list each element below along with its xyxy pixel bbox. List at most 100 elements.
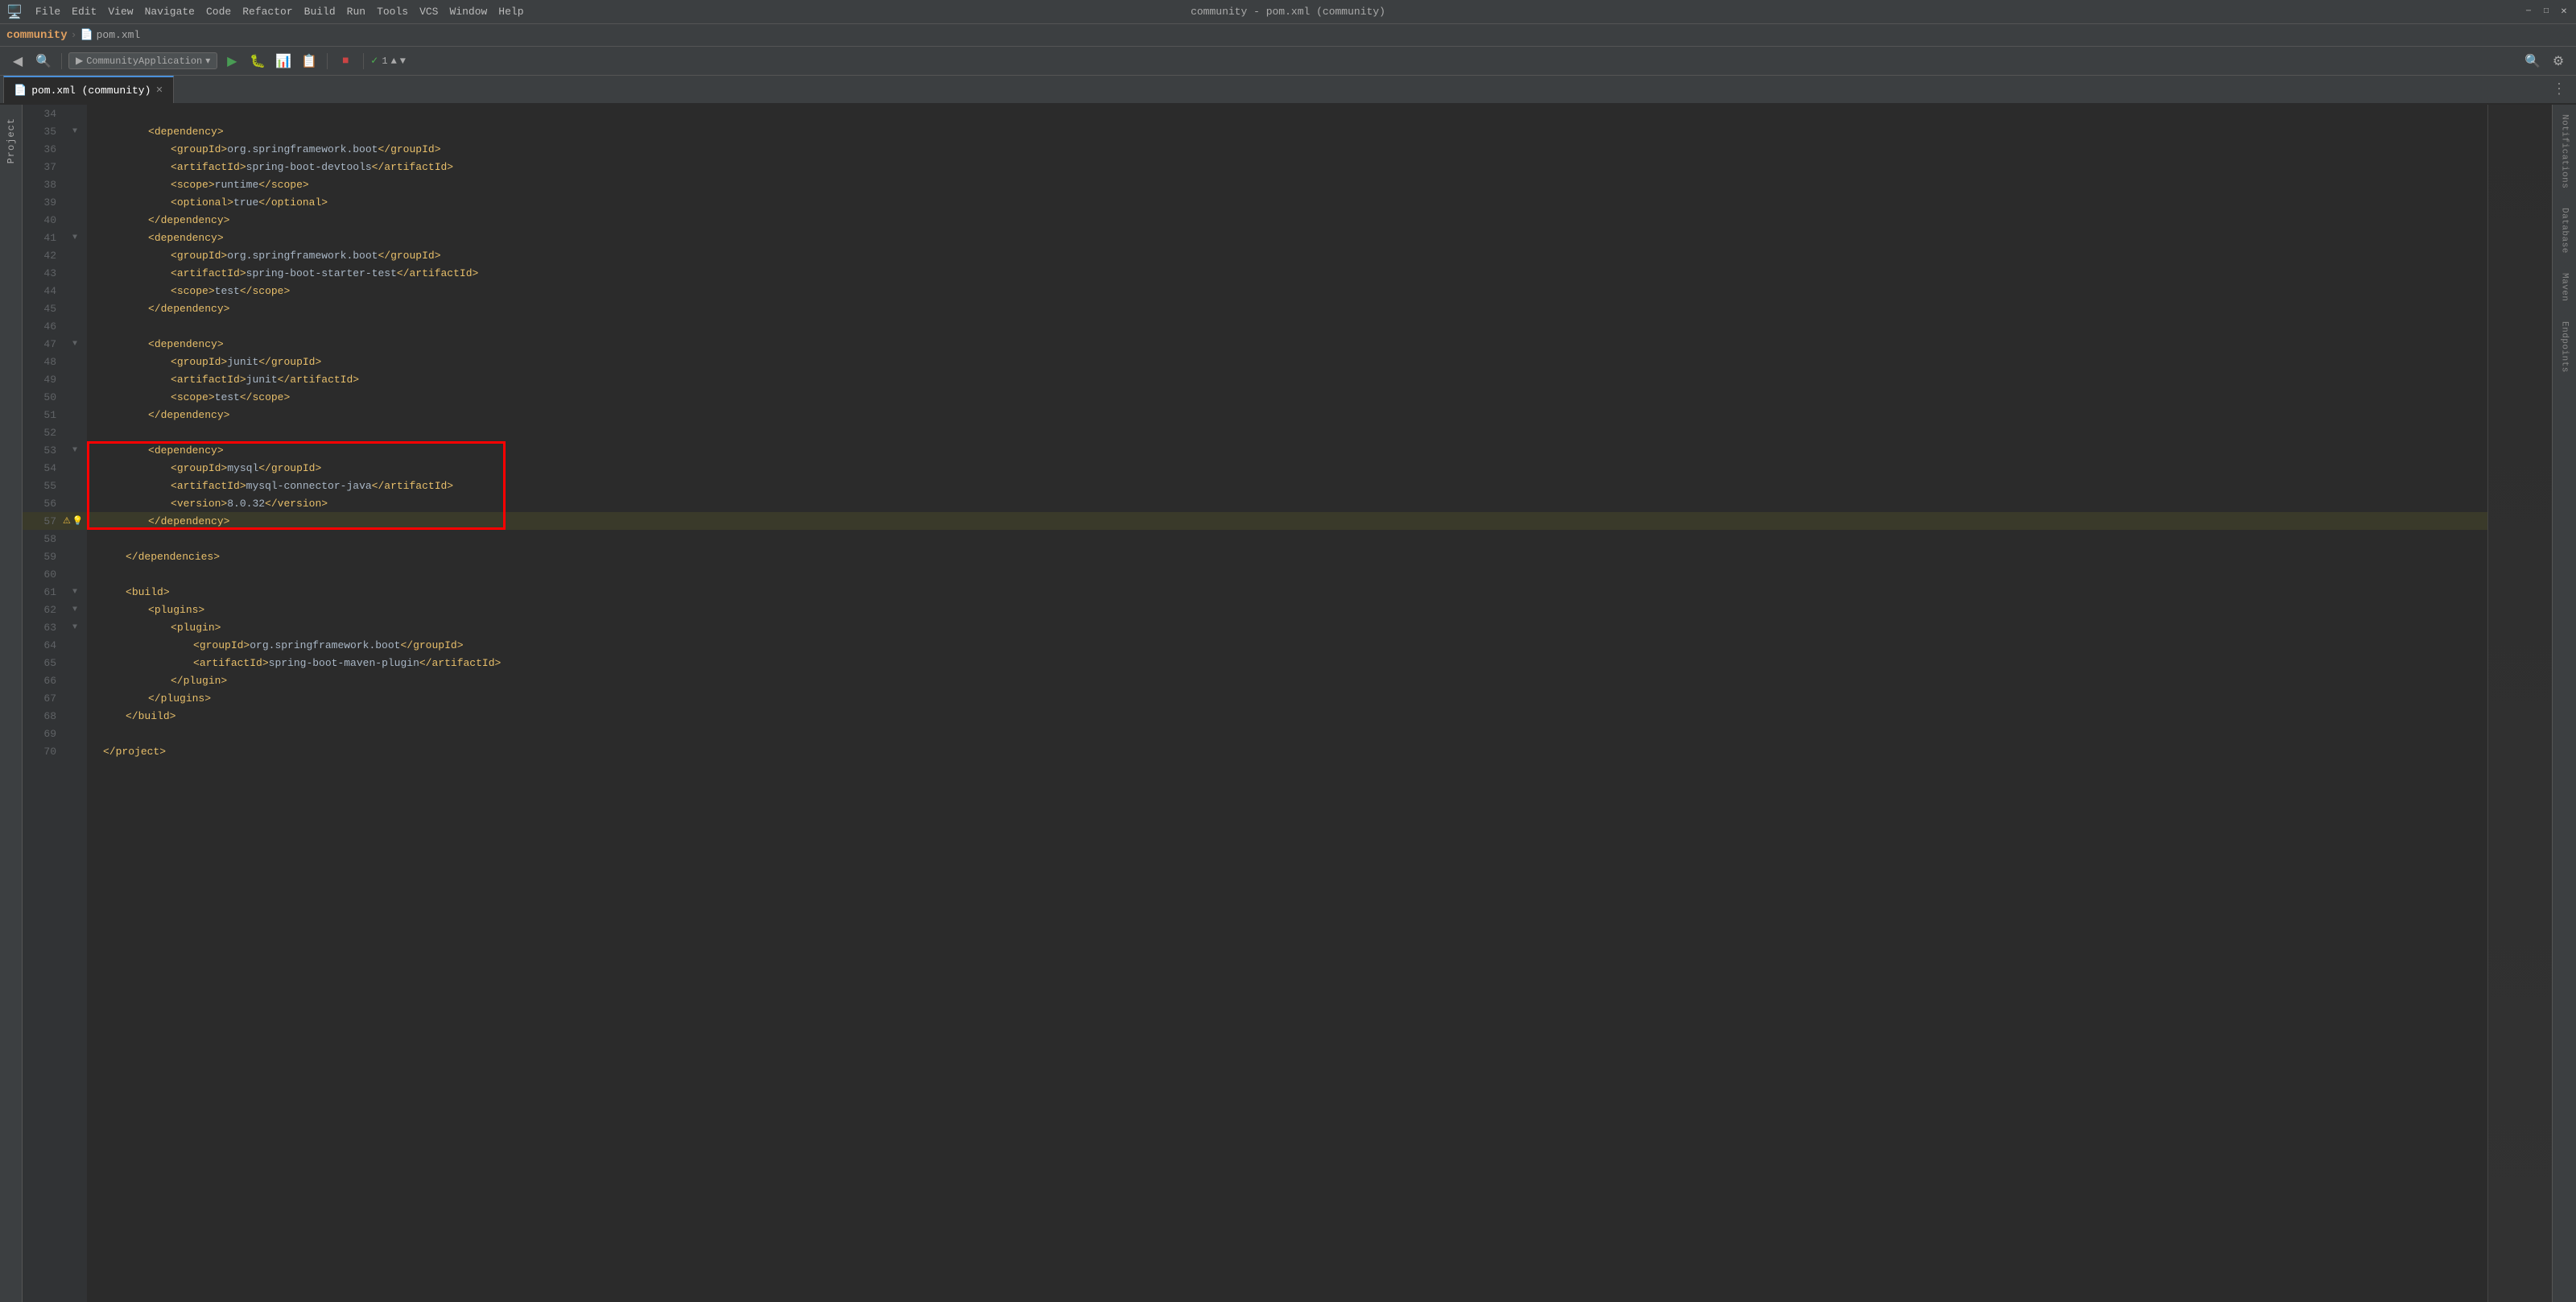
- left-sidebar: Project: [0, 105, 23, 1302]
- line-num-36: 36: [23, 140, 87, 158]
- menu-view[interactable]: View: [108, 6, 133, 18]
- line-num-43: 43: [23, 264, 87, 282]
- menu-tools[interactable]: Tools: [377, 6, 408, 18]
- line-num-70: 70: [23, 742, 87, 760]
- code-line-55: <artifactId>mysql-connector-java</artifa…: [87, 477, 2487, 494]
- sidebar-database[interactable]: Database: [2560, 198, 2570, 263]
- error-indicator[interactable]: ✓ 1 ▲ ▼: [370, 55, 406, 67]
- tab-file-icon: 📄: [14, 85, 27, 97]
- line-num-45: 45: [23, 300, 87, 317]
- fold-icon-35[interactable]: ▼: [72, 127, 77, 136]
- sidebar-item-project[interactable]: Project: [6, 111, 17, 170]
- project-name: community: [6, 29, 68, 42]
- title-bar-left: 🖥️ File Edit View Navigate Code Refactor…: [6, 4, 524, 20]
- code-line-39: <optional>true</optional>: [87, 193, 2487, 211]
- menu-window[interactable]: Window: [449, 6, 487, 18]
- line-num-55: 55: [23, 477, 87, 494]
- code-line-49: <artifactId>junit</artifactId>: [87, 370, 2487, 388]
- line-num-66: 66: [23, 672, 87, 689]
- breadcrumb-separator: ›: [71, 29, 77, 41]
- minimap[interactable]: [2487, 105, 2552, 1302]
- fold-icon-62[interactable]: ▼: [72, 606, 77, 614]
- settings-button[interactable]: ⚙: [2547, 50, 2570, 72]
- title-bar-right: ─ □ ✕: [2523, 6, 2570, 18]
- fold-icon-61[interactable]: ▼: [72, 588, 77, 597]
- code-line-45: </dependency>: [87, 300, 2487, 317]
- run-config-selector[interactable]: ▶ CommunityApplication ▾: [68, 52, 217, 69]
- line-num-68: 68: [23, 707, 87, 725]
- fold-icon-53[interactable]: ▼: [72, 446, 77, 455]
- line-num-40: 40: [23, 211, 87, 229]
- code-content[interactable]: 34 35 ▼ 36 37: [23, 105, 2552, 1302]
- menu-run[interactable]: Run: [347, 6, 365, 18]
- line-num-54: 54: [23, 459, 87, 477]
- run-config-chevron[interactable]: ▾: [205, 55, 210, 67]
- menu-bar[interactable]: File Edit View Navigate Code Refactor Bu…: [35, 6, 524, 18]
- menu-navigate[interactable]: Navigate: [145, 6, 195, 18]
- code-line-44: <scope>test</scope>: [87, 282, 2487, 300]
- tab-more-button[interactable]: ⋮: [2552, 81, 2576, 98]
- line-num-48: 48: [23, 353, 87, 370]
- toolbar-separator-1: [61, 53, 62, 69]
- info-icon-57: 💡: [72, 515, 84, 527]
- code-line-48: <groupId>junit</groupId>: [87, 353, 2487, 370]
- tab-label: pom.xml (community): [31, 85, 151, 97]
- window-controls[interactable]: ─ □ ✕: [2523, 6, 2570, 18]
- minimap-content: [2488, 105, 2552, 1302]
- line-num-51: 51: [23, 406, 87, 424]
- up-arrow: ▲: [391, 56, 397, 67]
- menu-vcs[interactable]: VCS: [419, 6, 438, 18]
- code-line-38: <scope>runtime</scope>: [87, 176, 2487, 193]
- code-line-42: <groupId>org.springframework.boot</group…: [87, 246, 2487, 264]
- menu-file[interactable]: File: [35, 6, 60, 18]
- fold-icon-47[interactable]: ▼: [72, 340, 77, 349]
- line-num-47: 47 ▼: [23, 335, 87, 353]
- code-line-68: </build>: [87, 707, 2487, 725]
- line-num-38: 38: [23, 176, 87, 193]
- line-num-39: 39: [23, 193, 87, 211]
- coverage-button[interactable]: 📋: [298, 50, 320, 72]
- warning-icon-57: ⚠: [63, 515, 71, 527]
- line-numbers-gutter: 34 35 ▼ 36 37: [23, 105, 87, 1302]
- sidebar-notifications[interactable]: Notifications: [2560, 105, 2570, 198]
- sidebar-endpoints[interactable]: Endpoints: [2560, 312, 2570, 382]
- code-line-60: [87, 565, 2487, 583]
- tag-name-35: dependency: [155, 126, 217, 138]
- tab-bar: 📄 pom.xml (community) ✕ ⋮: [0, 76, 2576, 105]
- code-line-67: </plugins>: [87, 689, 2487, 707]
- right-sidebar: Notifications Database Maven Endpoints: [2552, 105, 2576, 1302]
- menu-edit[interactable]: Edit: [72, 6, 97, 18]
- minimize-button[interactable]: ─: [2523, 6, 2534, 18]
- menu-code[interactable]: Code: [206, 6, 231, 18]
- code-text-area[interactable]: <dependency> <groupId>org.springframewor…: [87, 105, 2487, 1302]
- line-num-34: 34: [23, 105, 87, 122]
- profile-button[interactable]: 📊: [272, 50, 295, 72]
- fold-icon-63[interactable]: ▼: [72, 623, 77, 632]
- debug-button[interactable]: 🐛: [246, 50, 269, 72]
- code-line-36: <groupId>org.springframework.boot</group…: [87, 140, 2487, 158]
- line-num-58: 58: [23, 530, 87, 548]
- code-line-51: </dependency>: [87, 406, 2487, 424]
- run-button[interactable]: ▶: [221, 50, 243, 72]
- breadcrumb-file: pom.xml: [97, 29, 141, 41]
- code-line-43: <artifactId>spring-boot-starter-test</ar…: [87, 264, 2487, 282]
- code-line-69: [87, 725, 2487, 742]
- menu-refactor[interactable]: Refactor: [242, 6, 292, 18]
- fold-icon-41[interactable]: ▼: [72, 234, 77, 242]
- tab-pom-xml[interactable]: 📄 pom.xml (community) ✕: [3, 76, 174, 103]
- code-line-54: <groupId>mysql</groupId>: [87, 459, 2487, 477]
- close-button[interactable]: ✕: [2558, 6, 2570, 18]
- menu-build[interactable]: Build: [304, 6, 336, 18]
- stop-button[interactable]: ⏹: [334, 50, 357, 72]
- code-line-37: <artifactId>spring-boot-devtools</artifa…: [87, 158, 2487, 176]
- forward-button[interactable]: 🔍: [32, 50, 55, 72]
- app-icon: 🖥️: [6, 4, 23, 20]
- sidebar-maven[interactable]: Maven: [2560, 263, 2570, 312]
- search-button[interactable]: 🔍: [2521, 50, 2544, 72]
- code-line-56: <version>8.0.32</version>: [87, 494, 2487, 512]
- line-num-62: 62 ▼: [23, 601, 87, 618]
- back-button[interactable]: ◀: [6, 50, 29, 72]
- menu-help[interactable]: Help: [498, 6, 523, 18]
- tab-close-button[interactable]: ✕: [155, 85, 163, 96]
- maximize-button[interactable]: □: [2541, 6, 2552, 18]
